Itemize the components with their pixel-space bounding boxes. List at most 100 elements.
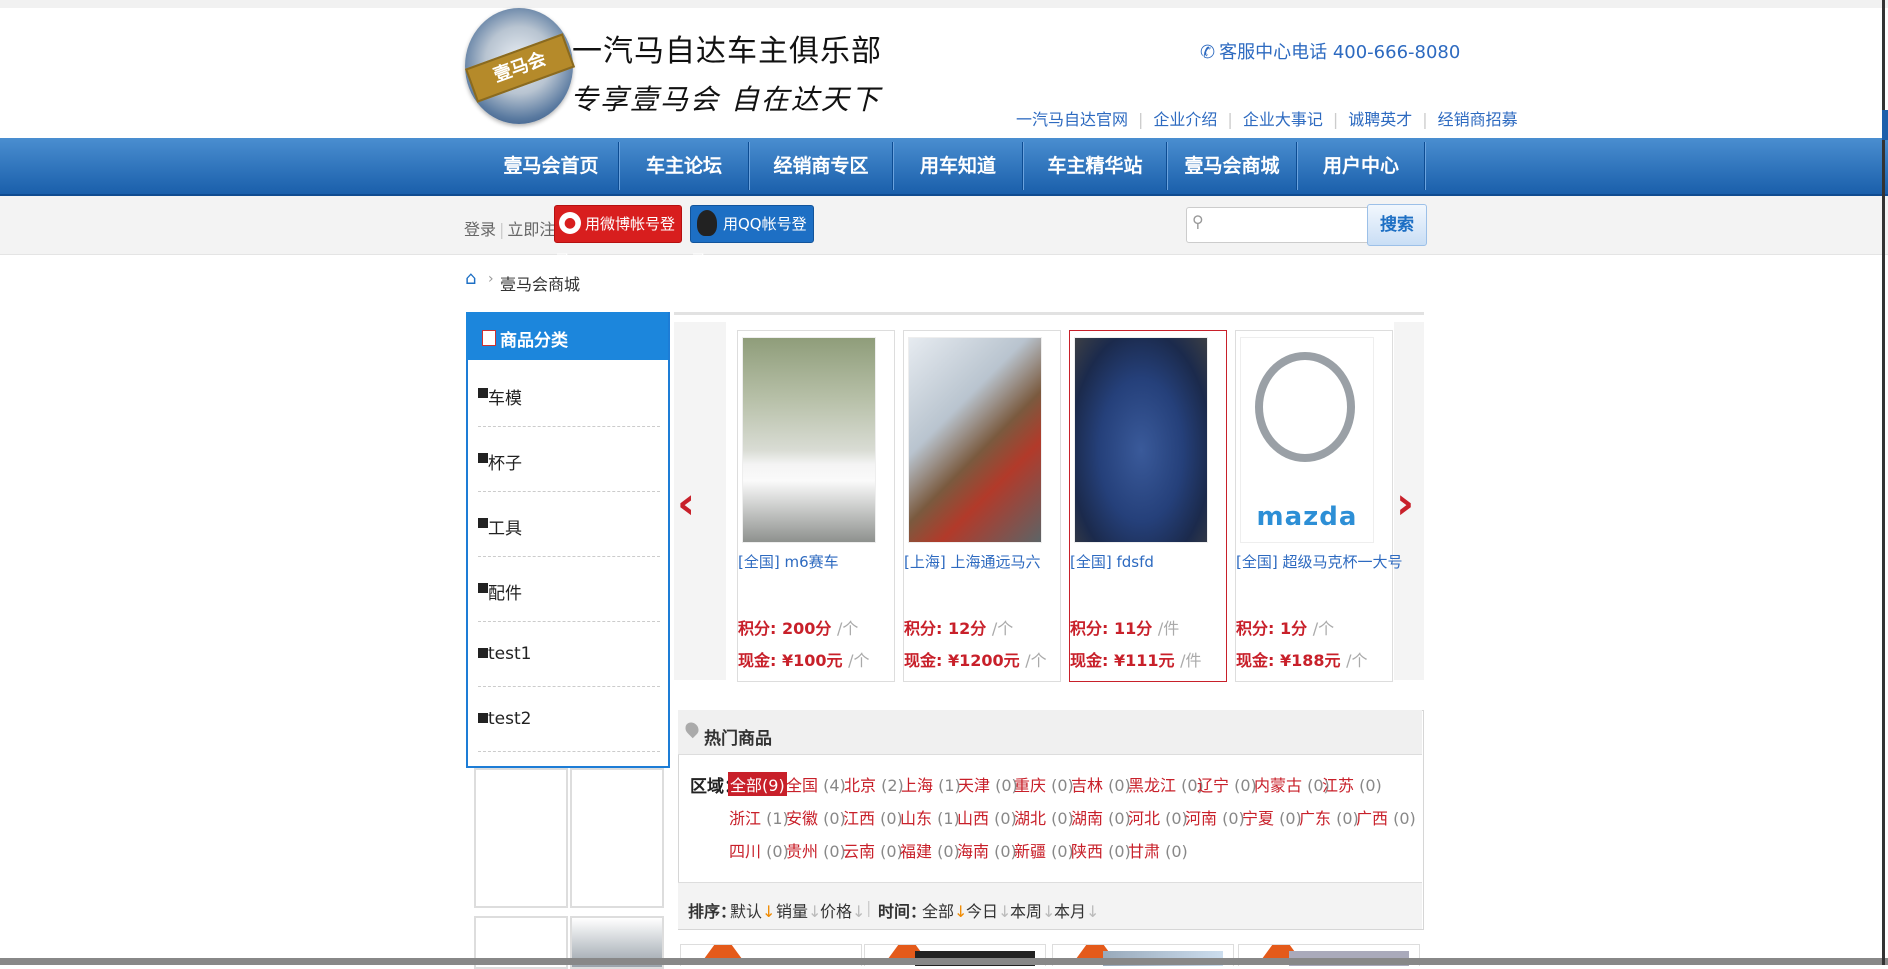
category-item-cups[interactable]: 杯子 — [478, 427, 660, 492]
region-filter[interactable]: 全国 (4) — [786, 772, 846, 796]
region-filter[interactable]: 天津 (0) — [958, 772, 1018, 796]
category-item-test2[interactable]: test2 — [478, 687, 660, 752]
product-title[interactable]: [上海] 上海通远马六 — [904, 551, 1041, 572]
region-filter[interactable]: 河北 (0) — [1128, 805, 1188, 829]
product-card[interactable]: mazda [全国] 超级马克杯一大号 积分: 1分 /个 现金: ¥188元 … — [1235, 330, 1403, 682]
window-right-accent — [1882, 110, 1888, 140]
region-filter[interactable]: 安徽 (0) — [786, 805, 846, 829]
link-dealer-recruit[interactable]: 经销商招募 — [1438, 110, 1518, 129]
sort-divider: | — [866, 898, 872, 917]
weibo-login-button[interactable]: ● 用微博帐号登录 — [554, 205, 682, 269]
region-filter[interactable]: 甘肃 (0) — [1128, 838, 1188, 862]
product-points: 积分: 1分 /个 — [1236, 619, 1335, 638]
nav-car-knowledge[interactable]: 用车知道 — [894, 138, 1022, 194]
search-icon: ⚲ — [1192, 212, 1204, 231]
category-item-test1[interactable]: test1 — [478, 622, 660, 687]
brand-wordmark: mazda — [1256, 502, 1358, 532]
category-item-parts[interactable]: 配件 — [478, 557, 660, 622]
region-filter[interactable]: 宁夏 (0) — [1242, 805, 1302, 829]
sort-default[interactable]: 默认↓ — [730, 898, 775, 922]
region-filter[interactable]: 海南 (0) — [957, 838, 1017, 862]
bullet-icon — [478, 518, 488, 528]
region-filter[interactable]: 四川 (0) — [729, 838, 789, 862]
region-filter[interactable]: 广西 (0) — [1356, 805, 1416, 829]
region-filter[interactable]: 云南 (0) — [843, 838, 903, 862]
qq-login-button[interactable]: 用QQ帐号登录 — [690, 205, 814, 269]
product-image[interactable]: mazda — [1240, 337, 1374, 543]
nav-home[interactable]: 壹马会首页 — [484, 138, 618, 194]
search-button[interactable]: 搜索 — [1367, 204, 1427, 246]
product-cash: 现金: ¥111元 /件 — [1070, 651, 1202, 670]
region-filter[interactable]: 辽宁 (0) — [1197, 772, 1257, 796]
region-filter[interactable]: 浙江 (1) — [729, 805, 789, 829]
login-link[interactable]: 登录 — [464, 220, 496, 239]
time-all[interactable]: 全部↓ — [922, 898, 967, 922]
nav-user-center[interactable]: 用户中心 — [1298, 138, 1424, 194]
link-company-intro[interactable]: 企业介绍 — [1153, 110, 1217, 129]
region-filter[interactable]: 北京 (2) — [844, 772, 904, 796]
side-thumbnail[interactable] — [474, 768, 568, 908]
region-filter[interactable]: 吉林 (0) — [1071, 772, 1131, 796]
bullet-icon — [478, 648, 488, 658]
product-card-selected[interactable]: [全国] fdsfd 积分: 11分 /件 现金: ¥111元 /件 — [1069, 330, 1227, 682]
product-image[interactable] — [1074, 337, 1208, 543]
product-card[interactable]: [上海] 上海通远马六 积分: 12分 /个 现金: ¥1200元 /个 — [903, 330, 1061, 682]
region-filter[interactable]: 新疆 (0) — [1014, 838, 1074, 862]
home-icon[interactable]: ⌂ — [465, 270, 483, 288]
product-title[interactable]: [全国] m6赛车 — [738, 551, 839, 572]
top-strip — [0, 0, 1888, 8]
region-filter[interactable]: 江苏 (0) — [1322, 772, 1382, 796]
category-item-car-models[interactable]: 车模 — [478, 362, 660, 427]
breadcrumb-separator: › — [488, 271, 494, 287]
chevron-right-icon[interactable]: › — [1396, 482, 1414, 526]
nav-dealer[interactable]: 经销商专区 — [750, 138, 892, 194]
region-filter[interactable]: 内蒙古 (0) — [1254, 772, 1330, 796]
bullet-icon — [478, 583, 488, 593]
region-filter[interactable]: 陕西 (0) — [1071, 838, 1131, 862]
product-title[interactable]: [全国] 超级马克杯一大号 — [1236, 551, 1403, 572]
chevron-left-icon[interactable]: ‹ — [677, 482, 695, 526]
product-image[interactable] — [742, 337, 876, 543]
arrow-down-icon: ↓ — [762, 902, 776, 921]
region-filter[interactable]: 江西 (0) — [843, 805, 903, 829]
time-today[interactable]: 今日↓ — [966, 898, 1011, 922]
region-filter[interactable]: 重庆 (0) — [1014, 772, 1074, 796]
login-bar — [0, 196, 1888, 255]
time-week[interactable]: 本周↓ — [1010, 898, 1055, 922]
region-filter-all[interactable]: 全部(9) — [728, 772, 787, 796]
site-title: 一汽马自达车主俱乐部 — [572, 34, 882, 69]
nav-mall[interactable]: 壹马会商城 — [1168, 138, 1296, 194]
sort-sales[interactable]: 销量↓ — [776, 898, 821, 922]
link-milestones[interactable]: 企业大事记 — [1243, 110, 1323, 129]
region-filter[interactable]: 山西 (0) — [957, 805, 1017, 829]
sort-price[interactable]: 价格↓ — [820, 898, 865, 922]
region-filter[interactable]: 湖北 (0) — [1014, 805, 1074, 829]
region-filter[interactable]: 贵州 (0) — [786, 838, 846, 862]
product-cash: 现金: ¥1200元 /个 — [904, 651, 1047, 670]
arrow-down-icon: ↓ — [852, 902, 866, 921]
time-month[interactable]: 本月↓ — [1054, 898, 1099, 922]
search-input[interactable] — [1186, 207, 1368, 243]
link-careers[interactable]: 诚聘英才 — [1348, 110, 1412, 129]
nav-forum[interactable]: 车主论坛 — [620, 138, 748, 194]
category-title: 商品分类 — [500, 331, 568, 351]
nav-owner-highlights[interactable]: 车主精华站 — [1024, 138, 1166, 194]
product-title[interactable]: [全国] fdsfd — [1070, 551, 1154, 572]
side-thumbnail[interactable] — [570, 768, 664, 908]
arrow-down-icon: ↓ — [1086, 902, 1100, 921]
product-card[interactable]: [全国] m6赛车 积分: 200分 /个 现金: ¥100元 /个 — [737, 330, 895, 682]
region-filter[interactable]: 湖南 (0) — [1071, 805, 1131, 829]
region-filter[interactable]: 上海 (1) — [901, 772, 961, 796]
product-points: 积分: 200分 /个 — [738, 619, 859, 638]
window-right-edge — [1882, 0, 1885, 965]
region-filter[interactable]: 广东 (0) — [1299, 805, 1359, 829]
region-filter[interactable]: 山东 (1) — [900, 805, 960, 829]
time-label: 时间： — [878, 902, 927, 921]
phone-text: 客服中心电话 400-666-8080 — [1219, 42, 1461, 63]
region-filter[interactable]: 河南 (0) — [1185, 805, 1245, 829]
region-filter[interactable]: 黑龙江 (0) — [1128, 772, 1204, 796]
region-filter[interactable]: 福建 (0) — [900, 838, 960, 862]
link-official-site[interactable]: 一汽马自达官网 — [1016, 110, 1128, 129]
category-item-tools[interactable]: 工具 — [478, 492, 660, 557]
product-image[interactable] — [908, 337, 1042, 543]
